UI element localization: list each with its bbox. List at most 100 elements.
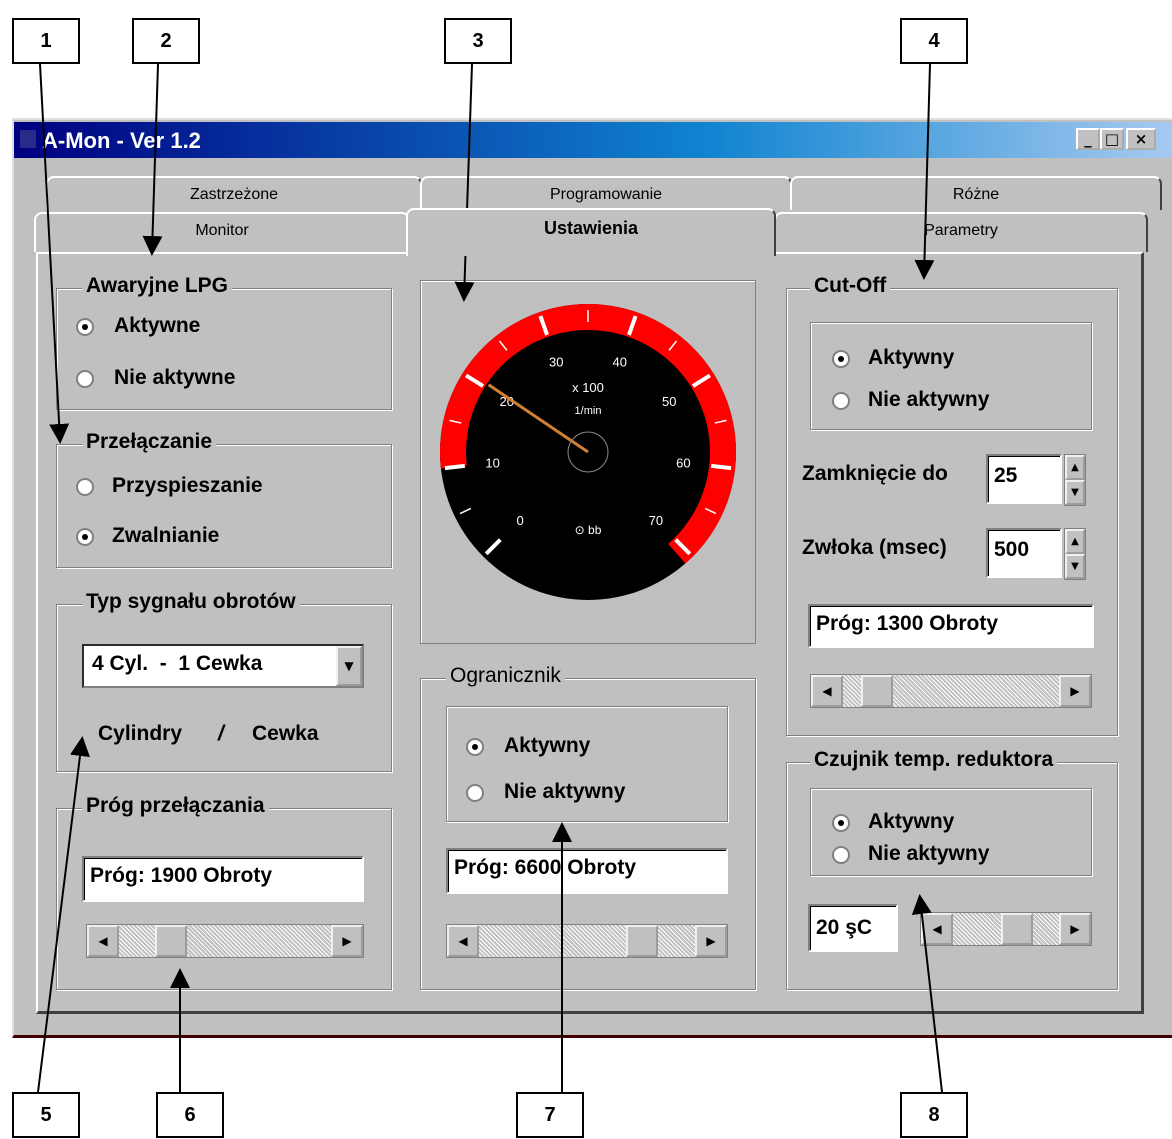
scroll-left-icon[interactable]: ◀: [921, 913, 953, 945]
slider-thumb[interactable]: [861, 675, 894, 707]
cutoff-threshold-slider[interactable]: ◀ ▶: [810, 674, 1092, 708]
callout-8: 8: [900, 1092, 968, 1138]
temperature-slider[interactable]: ◀ ▶: [920, 912, 1092, 946]
scroll-right-icon[interactable]: ▶: [1059, 675, 1091, 707]
radio-aktywne[interactable]: [76, 318, 94, 336]
caption-separator: /: [218, 722, 224, 745]
zamkniecie-input[interactable]: 25: [986, 454, 1062, 504]
cutoff-radio-box: [810, 322, 1092, 430]
radio-zwalnianie[interactable]: [76, 528, 94, 546]
callout-4: 4: [900, 18, 968, 64]
callout-2: 2: [132, 18, 200, 64]
scroll-right-icon[interactable]: ▶: [1059, 913, 1091, 945]
gauge-tick-label: 10: [485, 456, 499, 471]
group-title: Czujnik temp. reduktora: [810, 748, 1058, 772]
radio-cutoff-aktywny[interactable]: [832, 350, 850, 368]
scroll-left-icon[interactable]: ◀: [87, 925, 119, 957]
limiter-threshold-slider[interactable]: ◀ ▶: [446, 924, 728, 958]
radio-cutoff-nie-aktywny[interactable]: [832, 392, 850, 410]
slider-thumb[interactable]: [155, 925, 187, 957]
ogranicznik-radio-box: [446, 706, 728, 822]
tab-label: Programowanie: [549, 186, 663, 203]
tab-label: Zastrzeżone: [189, 186, 279, 203]
zwloka-spinner[interactable]: ▲ ▼: [1064, 528, 1086, 580]
minimize-icon[interactable]: _: [1076, 128, 1100, 150]
tab-label: Różne: [952, 186, 1000, 203]
spin-up-icon[interactable]: ▲: [1065, 529, 1085, 554]
tab-label: Parametry: [924, 222, 998, 239]
callout-1: 1: [12, 18, 80, 64]
radio-ogranicznik-nie-aktywny[interactable]: [466, 784, 484, 802]
slider-thumb[interactable]: [626, 925, 659, 957]
gauge-tick-label: 60: [676, 456, 690, 471]
temperature-display: 20 şC: [808, 904, 898, 952]
radio-label: Nie aktywny: [504, 780, 626, 803]
group-title: Typ sygnału obrotów: [82, 590, 300, 614]
close-icon[interactable]: ×: [1126, 128, 1156, 150]
zwloka-label: Zwłoka (msec): [802, 536, 947, 559]
slider-thumb[interactable]: [1001, 913, 1034, 945]
radio-czujnik-aktywny[interactable]: [832, 814, 850, 832]
radio-ogranicznik-aktywny[interactable]: [466, 738, 484, 756]
tab-ustawienia[interactable]: Ustawienia: [406, 208, 776, 256]
gauge-unit-line1: x 100: [572, 380, 604, 395]
tab-rozne[interactable]: Różne: [790, 176, 1162, 210]
zwloka-input[interactable]: 500: [986, 528, 1062, 578]
app-icon: [20, 130, 36, 148]
signal-type-select[interactable]: 4 Cyl. - 1 Cewka ▼: [82, 644, 364, 688]
caption-cewka: Cewka: [252, 722, 319, 745]
radio-label: Nie aktywne: [114, 366, 236, 389]
maximize-icon[interactable]: □: [1100, 128, 1124, 150]
tab-monitor[interactable]: Monitor: [34, 212, 410, 252]
radio-label: Aktywny: [868, 810, 955, 833]
spin-up-icon[interactable]: ▲: [1065, 455, 1085, 480]
chevron-down-icon[interactable]: ▼: [336, 646, 362, 686]
gauge-tick-label: 30: [549, 354, 563, 369]
limiter-threshold-display: Próg: 6600 Obroty: [446, 848, 728, 894]
gauge-tick-label: 0: [517, 513, 524, 528]
gauge-tick-label: 70: [649, 513, 663, 528]
window-title: A-Mon - Ver 1.2: [42, 128, 201, 153]
switch-threshold-slider[interactable]: ◀ ▶: [86, 924, 364, 958]
switch-threshold-display: Próg: 1900 Obroty: [82, 856, 364, 902]
group-title: Awaryjne LPG: [82, 274, 232, 298]
cutoff-threshold-display: Próg: 1300 Obroty: [808, 604, 1094, 648]
scroll-right-icon[interactable]: ▶: [331, 925, 363, 957]
gauge-major-tick: [444, 463, 466, 471]
tab-label: Monitor: [195, 222, 249, 239]
radio-label: Nie aktywny: [868, 842, 990, 865]
group-title: Ogranicznik: [446, 664, 565, 688]
group-przelaczanie: [56, 444, 392, 568]
group-title: Próg przełączania: [82, 794, 269, 818]
select-value: 4 Cyl. - 1 Cewka: [92, 652, 263, 675]
group-title: Przełączanie: [82, 430, 217, 454]
gauge-tick-label: 40: [612, 354, 626, 369]
zamkniecie-label: Zamknięcie do: [802, 462, 948, 485]
callout-6: 6: [156, 1092, 224, 1138]
scroll-right-icon[interactable]: ▶: [695, 925, 727, 957]
radio-label: Aktywny: [868, 346, 955, 369]
tab-label: Ustawienia: [543, 218, 639, 238]
scroll-left-icon[interactable]: ◀: [811, 675, 843, 707]
zamkniecie-spinner[interactable]: ▲ ▼: [1064, 454, 1086, 506]
radio-label: Zwalnianie: [112, 524, 220, 547]
radio-nie-aktywne[interactable]: [76, 370, 94, 388]
tab-parametry[interactable]: Parametry: [774, 212, 1148, 252]
spin-down-icon[interactable]: ▼: [1065, 554, 1085, 579]
gauge-brand: ⊙ bb: [575, 523, 602, 537]
callout-5: 5: [12, 1092, 80, 1138]
group-typ-sygnalu: [56, 604, 392, 772]
callout-7: 7: [516, 1092, 584, 1138]
gauge-tick-label: 50: [662, 394, 676, 409]
spin-down-icon[interactable]: ▼: [1065, 480, 1085, 505]
tab-programowanie[interactable]: Programowanie: [420, 176, 792, 210]
scroll-left-icon[interactable]: ◀: [447, 925, 479, 957]
radio-przyspieszanie[interactable]: [76, 478, 94, 496]
callout-3: 3: [444, 18, 512, 64]
tab-zastrzezone[interactable]: Zastrzeżone: [46, 176, 422, 210]
gauge-unit-line2: 1/min: [575, 405, 602, 417]
radio-label: Przyspieszanie: [112, 474, 263, 497]
group-awaryjne-lpg: [56, 288, 392, 410]
radio-czujnik-nie-aktywny[interactable]: [832, 846, 850, 864]
group-title: Cut-Off: [810, 274, 891, 298]
